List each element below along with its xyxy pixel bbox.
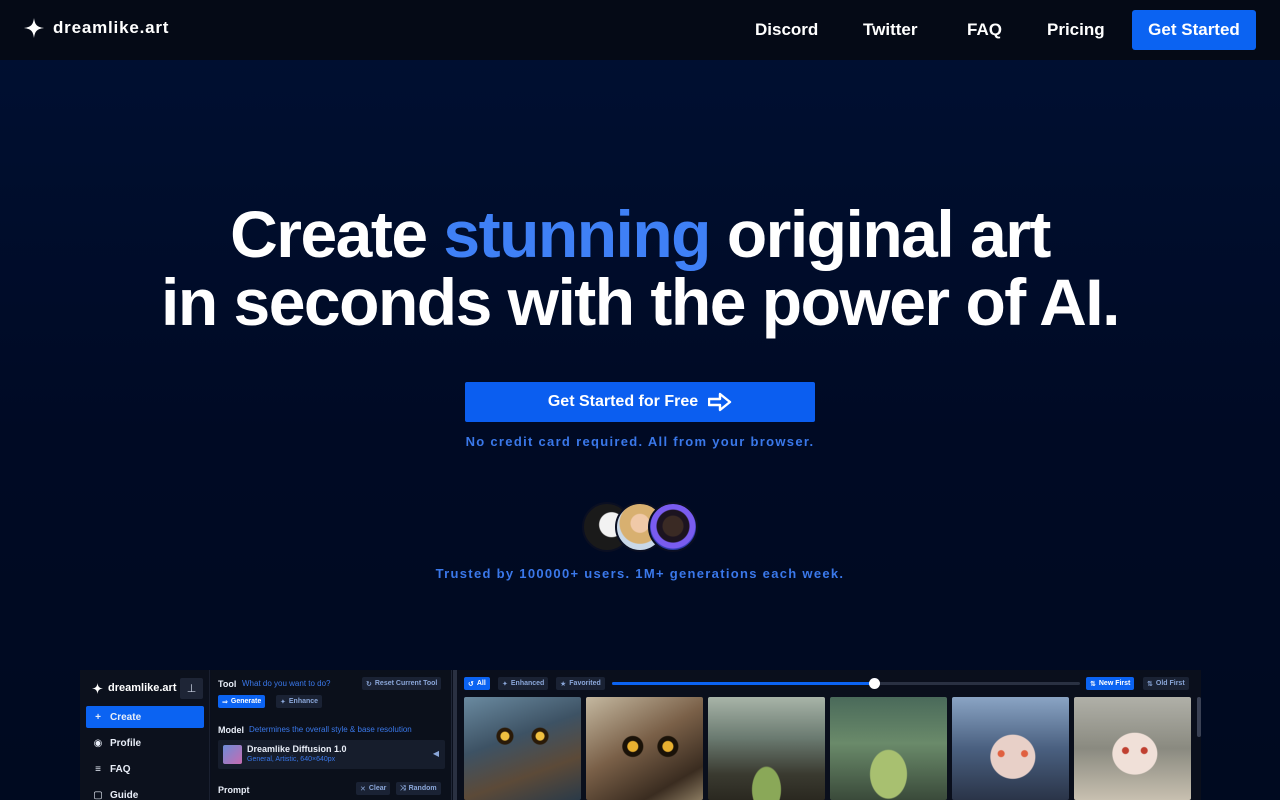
random-prompt-button[interactable]: ⤨ Random — [396, 782, 441, 795]
filter-enhanced-tab[interactable]: ✦ Enhanced — [498, 677, 549, 690]
enhance-icon: ✦ — [280, 698, 286, 706]
hero-headline: Create stunning original art in seconds … — [0, 200, 1280, 336]
gallery-image-anime-girl[interactable] — [1074, 697, 1191, 800]
model-select[interactable]: Dreamlike Diffusion 1.0 General, Artisti… — [218, 740, 445, 769]
sidebar-item-label: Create — [110, 711, 142, 723]
clear-prompt-button[interactable]: ✕ Clear — [356, 782, 391, 795]
get-started-free-button[interactable]: Get Started for Free — [465, 382, 815, 422]
list-icon: ≡ — [95, 763, 101, 775]
close-icon: ✕ — [360, 785, 366, 793]
brand-logo[interactable]: dreamlike.art — [24, 18, 169, 38]
user-avatars — [582, 502, 700, 552]
sidebar-item-label: FAQ — [110, 763, 131, 775]
generate-icon: ⇒ — [222, 698, 228, 706]
profile-icon: ◉ — [93, 737, 103, 749]
model-description: General, Artistic, 640×640px — [247, 756, 336, 763]
nav-link-discord[interactable]: Discord — [755, 20, 818, 40]
sort-old-first-button[interactable]: ⇅ Old First — [1143, 677, 1189, 690]
sort-label: Old First — [1155, 680, 1185, 687]
sidebar-item-profile[interactable]: ◉ Profile — [86, 732, 204, 754]
gallery-image-yoda[interactable] — [830, 697, 947, 800]
preview-sidebar: dreamlike.art ⊥ + Create ◉ Profile ≡ FAQ… — [80, 670, 210, 800]
preview-tool-panel: Tool What do you want to do? ↻ Reset Cur… — [211, 670, 452, 800]
arrow-right-icon — [708, 392, 732, 412]
nav-link-pricing[interactable]: Pricing — [1047, 20, 1105, 40]
sort-new-first-button[interactable]: ⇅ New First — [1086, 677, 1135, 690]
tool-enhance-tab[interactable]: ✦ Enhance — [276, 695, 323, 708]
book-icon: ▢ — [93, 789, 103, 800]
prompt-label: Prompt — [218, 785, 250, 795]
sidebar-item-label: Profile — [110, 737, 142, 749]
sparkle-icon: ✦ — [502, 680, 508, 688]
nav-link-twitter[interactable]: Twitter — [863, 20, 917, 40]
sparkle-logo-icon — [92, 682, 103, 694]
grid-size-slider[interactable] — [612, 678, 1080, 689]
filter-label: Favorited — [569, 680, 601, 687]
headline-accent: stunning — [443, 197, 711, 271]
tool-label: Tool — [218, 679, 237, 689]
filter-label: All — [476, 680, 486, 687]
sort-label: New First — [1098, 680, 1131, 687]
caret-left-icon: ◀ — [432, 749, 439, 758]
reset-tool-button[interactable]: ↻ Reset Current Tool — [362, 677, 442, 690]
model-label: Model — [218, 725, 244, 735]
pin-icon[interactable]: ⊥ — [180, 678, 203, 699]
trusted-by-text: Trusted by 100000+ users. 1M+ generation… — [435, 566, 845, 581]
filter-favorited-tab[interactable]: ★ Favorited — [556, 677, 605, 690]
clear-label: Clear — [368, 785, 387, 792]
history-icon: ↺ — [468, 680, 474, 688]
no-credit-card-note: No credit card required. All from your b… — [465, 434, 815, 449]
sidebar-item-label: Guide — [110, 789, 139, 800]
enhance-label: Enhance — [288, 698, 319, 705]
gallery-image-anime-girl[interactable] — [952, 697, 1069, 800]
hero-cta-label: Get Started for Free — [547, 393, 699, 410]
headline-line2: in seconds with the power of AI. — [161, 265, 1120, 339]
sidebar-item-create[interactable]: + Create — [86, 706, 204, 728]
shuffle-icon: ⤨ — [400, 784, 406, 792]
filter-label: Enhanced — [510, 680, 545, 687]
tool-generate-tab[interactable]: ⇒ Generate — [218, 695, 266, 708]
tool-hint: What do you want to do? — [242, 679, 331, 688]
brand-name: dreamlike.art — [53, 18, 170, 37]
gallery-image-owl[interactable] — [464, 697, 581, 800]
nav-link-faq[interactable]: FAQ — [967, 20, 1002, 40]
gallery-image-owl[interactable] — [586, 697, 703, 800]
filter-all-tab[interactable]: ↺ All — [464, 677, 490, 690]
model-name: Dreamlike Diffusion 1.0 — [247, 744, 347, 754]
star-icon: ★ — [560, 680, 567, 688]
plus-icon: + — [95, 711, 101, 723]
preview-gallery: ↺ All ✦ Enhanced ★ Favorited ⇅ New First… — [458, 670, 1201, 800]
preview-brand: dreamlike.art — [92, 682, 176, 694]
slider-knob[interactable] — [869, 678, 881, 689]
sidebar-item-guide[interactable]: ▢ Guide — [86, 784, 204, 800]
generate-label: Generate — [230, 698, 262, 705]
model-hint: Determines the overall style & base reso… — [249, 725, 412, 734]
sort-icon: ⇅ — [1090, 680, 1096, 688]
gallery-scrollbar[interactable] — [1197, 697, 1201, 737]
gallery-image-yoda[interactable] — [708, 697, 825, 800]
app-preview-screenshot: dreamlike.art ⊥ + Create ◉ Profile ≡ FAQ… — [80, 670, 1201, 800]
random-label: Random — [408, 785, 437, 792]
reset-tool-label: Reset Current Tool — [374, 680, 438, 687]
avatar — [648, 502, 698, 552]
headline-pre: Create — [230, 197, 444, 271]
sort-icon: ⇅ — [1147, 680, 1153, 688]
get-started-button[interactable]: Get Started — [1132, 10, 1256, 50]
top-navbar: dreamlike.art Discord Twitter FAQ Pricin… — [0, 0, 1280, 60]
preview-brand-name: dreamlike.art — [108, 682, 177, 694]
slider-fill — [612, 682, 875, 685]
sparkle-logo-icon — [24, 18, 44, 38]
reset-icon: ↻ — [366, 680, 372, 688]
sidebar-item-faq[interactable]: ≡ FAQ — [86, 758, 204, 780]
panel-resize-handle[interactable] — [453, 670, 457, 800]
headline-post: original art — [710, 197, 1052, 271]
model-thumbnail — [223, 745, 242, 764]
